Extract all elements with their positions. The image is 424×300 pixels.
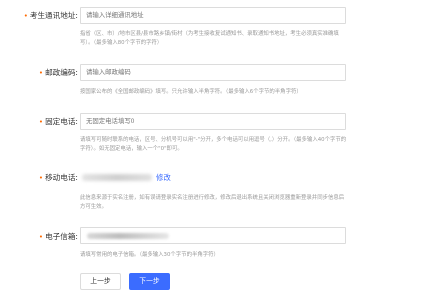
required-mark: • <box>38 233 44 241</box>
required-mark: • <box>38 69 44 77</box>
email-value-redacted <box>87 233 169 239</box>
mobile-hint: 此信息来源于实名注册，如有误请登录实名注册进行修改，修改后退出系统且关闭浏览器重… <box>80 195 345 210</box>
mobile-number-redacted <box>82 174 152 181</box>
address-label: • 考生通讯地址: <box>24 11 78 21</box>
postcode-input[interactable] <box>80 64 346 81</box>
required-mark: • <box>23 12 28 20</box>
landline-label-text: 固定电话: <box>45 117 78 126</box>
email-input[interactable] <box>80 227 346 244</box>
email-label: • 电子信箱: <box>39 232 78 242</box>
postcode-label-text: 邮政编码: <box>45 68 78 77</box>
landline-label: • 固定电话: <box>39 117 78 127</box>
mobile-label: • 移动电话: <box>39 173 78 183</box>
required-mark: • <box>38 174 44 182</box>
email-hint: 请填写常用的电子信箱。（最多输入30个字节的半角字符） <box>80 252 219 258</box>
address-input[interactable] <box>80 7 346 24</box>
address-hint: 指省（区、市）/地市区县/县市路乡镇/街村（为考生接收复试通知书、录取通知书地址… <box>80 31 339 46</box>
modify-mobile-link[interactable]: 修改 <box>156 173 171 183</box>
mobile-label-text: 移动电话: <box>45 173 78 182</box>
postcode-hint: 按国家公布的《全国邮政编码》填写。只允许输入半角字符。（最多输入6个字节的半角字… <box>80 89 302 95</box>
required-mark: • <box>38 118 44 126</box>
email-label-text: 电子信箱: <box>45 232 78 241</box>
postcode-label: • 邮政编码: <box>39 68 78 78</box>
next-button[interactable]: 下一步 <box>129 273 170 290</box>
landline-input[interactable] <box>80 113 346 130</box>
address-label-text: 考生通讯地址: <box>29 11 78 20</box>
prev-button[interactable]: 上一步 <box>80 273 121 290</box>
landline-hint: 请填写可随时联系的电话，区号、分机号可以用"-"分开，多个电话可以用逗号（,）分… <box>80 137 347 152</box>
